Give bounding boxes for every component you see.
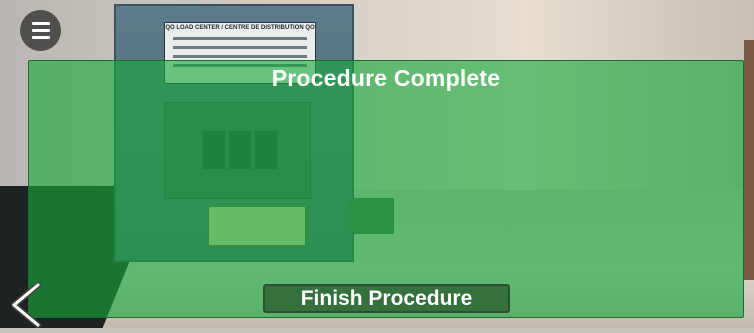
- menu-button[interactable]: [20, 10, 61, 51]
- back-button[interactable]: [4, 282, 46, 328]
- chevron-left-icon: [11, 282, 41, 328]
- finish-procedure-button[interactable]: Finish Procedure: [263, 284, 510, 313]
- overlay-title: Procedure Complete: [271, 65, 501, 91]
- hamburger-menu-icon: [31, 36, 50, 39]
- panel-label-heading: QO LOAD CENTER / CENTRE DE DISTRIBUTION …: [165, 25, 315, 31]
- panel-label-line: [173, 46, 307, 49]
- panel-label-line: [173, 55, 307, 58]
- procedure-complete-overlay: Procedure Complete: [28, 60, 744, 318]
- panel-label-line: [173, 37, 307, 40]
- hamburger-menu-icon: [31, 22, 50, 25]
- background-object: [744, 40, 754, 280]
- hamburger-menu-icon: [31, 29, 50, 32]
